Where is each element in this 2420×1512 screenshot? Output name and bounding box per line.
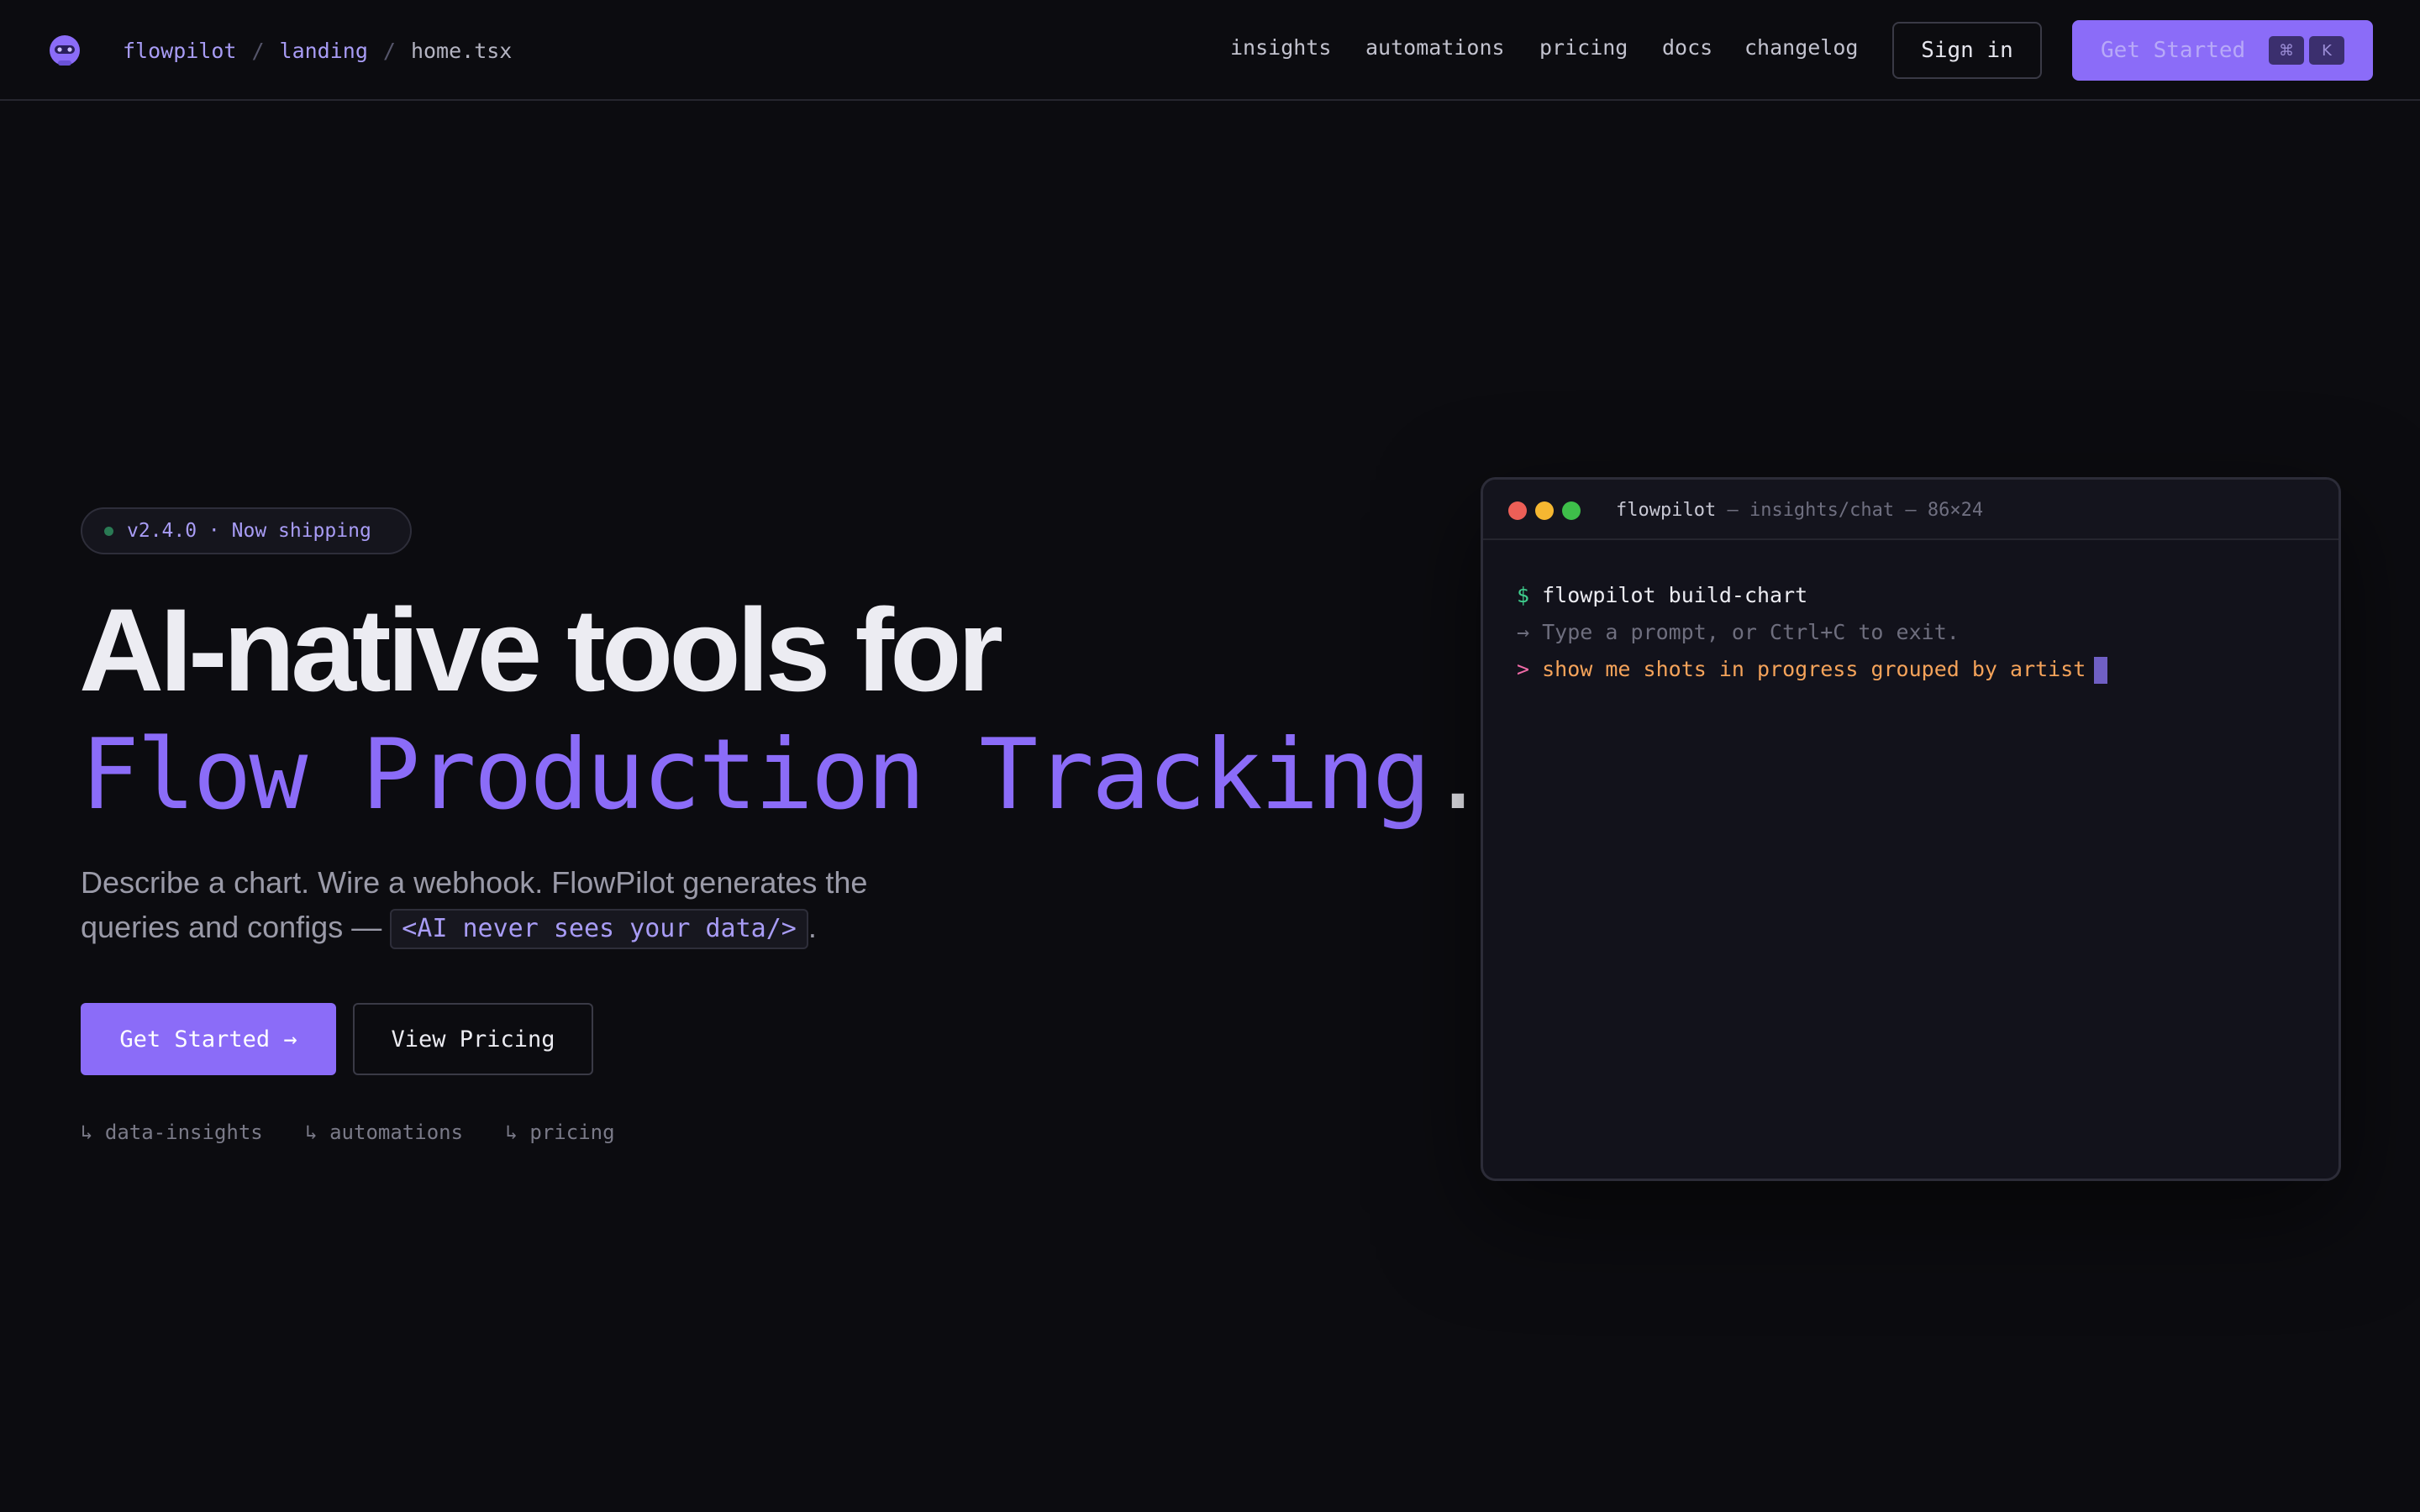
hero-subtitle-end: . [808,910,817,944]
hero-headline-dot: . [1428,718,1487,832]
quick-links: ↳ data-insights ↳ automations ↳ pricing [81,1121,645,1144]
version-badge: v2.4.0 · Now shipping [81,507,412,554]
terminal-line-input[interactable]: > show me shots in progress grouped by a… [1517,651,2108,688]
terminal-title: flowpilot — insights/chat — 86×24 [1616,500,1983,521]
input-prompt: > [1517,657,1530,681]
sign-in-button[interactable]: Sign in [1892,22,2042,79]
breadcrumb-separator: / [382,38,396,63]
terminal-hint: → Type a prompt, or Ctrl+C to exit. [1517,620,1960,644]
maximize-window-icon[interactable] [1562,501,1581,520]
terminal-line-command: $ flowpilot build-chart [1517,577,2107,614]
hero-headline-line2: Flow Production Tracking. [81,718,1487,832]
terminal-titlebar: flowpilot — insights/chat — 86×24 [1483,480,2338,540]
hero-headline-product: Flow Production Tracking [81,718,1431,832]
breadcrumb-current-file: home.tsx [410,38,513,63]
nav-link-insights[interactable]: insights [1230,35,1331,60]
hero-headline-line1: AI-native tools for [79,584,1003,716]
top-navigation-bar: flowpilot / landing / home.tsx insights … [0,0,2420,101]
text-cursor [2094,657,2108,684]
nav-get-started-label: Get Started [2101,38,2246,63]
hero-subtitle: Describe a chart. Wire a webhook. FlowPi… [81,860,921,950]
robot-head-icon[interactable] [47,34,82,69]
nav-link-automations[interactable]: automations [1365,35,1505,60]
terminal-body[interactable]: $ flowpilot build-chart → Type a prompt,… [1517,577,2108,688]
shell-prompt: $ [1517,583,1530,607]
terminal-line-hint: → Type a prompt, or Ctrl+C to exit. [1517,614,2107,651]
status-dot-icon [104,526,113,536]
terminal-window[interactable]: flowpilot — insights/chat — 86×24 $ flow… [1481,477,2341,1181]
breadcrumb-project-link[interactable]: landing [280,39,368,63]
breadcrumb-org-link[interactable]: flowpilot [123,39,236,63]
get-started-button[interactable]: Get Started → [81,1003,336,1075]
terminal-title-path: — insights/chat — 86×24 [1716,500,1984,521]
minimize-window-icon[interactable] [1535,501,1554,520]
version-badge-label: v2.4.0 · Now shipping [127,520,371,542]
quick-link-pricing[interactable]: ↳ pricing [506,1121,615,1144]
nav-link-pricing[interactable]: pricing [1539,35,1628,60]
terminal-query-input[interactable]: show me shots in progress grouped by art… [1542,657,2086,681]
breadcrumb: flowpilot / landing / home.tsx [123,34,512,67]
nav-link-changelog[interactable]: changelog [1744,35,1858,60]
view-pricing-button[interactable]: View Pricing [353,1003,593,1075]
quick-link-data-insights[interactable]: ↳ data-insights [81,1121,263,1144]
breadcrumb-separator: / [251,38,265,63]
terminal-title-app: flowpilot [1616,500,1717,521]
nav-get-started-button[interactable]: Get Started ⌘ K [2072,20,2373,81]
close-window-icon[interactable] [1508,501,1527,520]
k-key-badge: K [2309,36,2344,65]
command-key-icon: ⌘ [2269,36,2304,65]
terminal-command: flowpilot build-chart [1542,583,1808,607]
privacy-code-tag: <AI never sees your data/> [390,909,808,950]
quick-link-automations[interactable]: ↳ automations [305,1121,463,1144]
nav-link-docs[interactable]: docs [1662,35,1712,60]
